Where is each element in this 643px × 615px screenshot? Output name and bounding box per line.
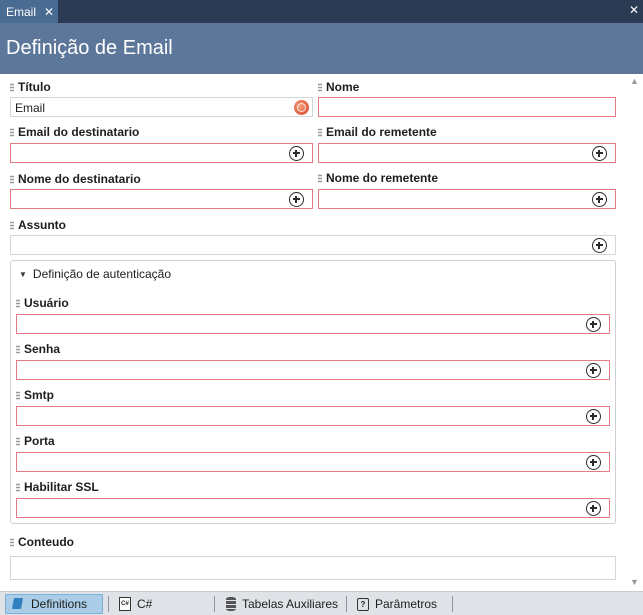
bottom-tab-bar: Definitions C# C# Tabelas Auxiliares ? P… <box>0 591 643 615</box>
usuario-label: Usuário <box>16 296 69 310</box>
page-title: Definição de Email <box>6 37 173 59</box>
tab-email[interactable]: Email ✕ <box>0 0 58 23</box>
definitions-icon <box>12 597 25 611</box>
add-expression-icon[interactable] <box>586 501 601 516</box>
titulo-field[interactable]: Email <box>10 97 313 117</box>
window-close-icon[interactable]: ✕ <box>629 3 639 17</box>
add-expression-icon[interactable] <box>586 317 601 332</box>
titulo-value: Email <box>15 101 46 115</box>
parameters-icon: ? <box>357 597 369 611</box>
scroll-up-icon[interactable]: ▲ <box>630 76 639 86</box>
porta-field[interactable] <box>16 452 610 472</box>
nome-destinatario-field[interactable] <box>10 189 313 209</box>
smtp-field[interactable] <box>16 406 610 426</box>
habilitar-ssl-field[interactable] <box>16 498 610 518</box>
drag-grip-icon[interactable] <box>16 344 20 354</box>
drag-grip-icon[interactable] <box>10 174 14 184</box>
drag-grip-icon[interactable] <box>318 173 322 183</box>
add-expression-icon[interactable] <box>592 238 607 253</box>
auth-group: ▼ Definição de autenticação Usuário Senh… <box>10 260 616 524</box>
tab-parametros[interactable]: ? Parâmetros <box>351 594 443 614</box>
collapse-triangle-icon[interactable]: ▼ <box>19 270 27 279</box>
drag-grip-icon[interactable] <box>16 390 20 400</box>
drag-grip-icon[interactable] <box>16 436 20 446</box>
form-area: Título Email Nome Email do destinatario … <box>0 74 643 591</box>
assunto-field[interactable] <box>10 235 616 255</box>
tab-csharp[interactable]: C# C# <box>113 594 158 614</box>
drag-grip-icon[interactable] <box>10 537 14 547</box>
auth-group-header[interactable]: ▼ Definição de autenticação <box>19 267 171 281</box>
document-tab-strip: Email ✕ ✕ <box>0 0 643 23</box>
add-expression-icon[interactable] <box>592 192 607 207</box>
conteudo-field[interactable] <box>10 556 616 580</box>
email-remetente-label: Email do remetente <box>318 125 437 139</box>
add-expression-icon[interactable] <box>289 146 304 161</box>
senha-field[interactable] <box>16 360 610 380</box>
add-expression-icon[interactable] <box>592 146 607 161</box>
smtp-label: Smtp <box>16 388 54 402</box>
tab-label: Email <box>6 4 37 19</box>
email-destinatario-label: Email do destinatario <box>10 125 139 139</box>
database-icon <box>226 597 236 611</box>
add-expression-icon[interactable] <box>586 363 601 378</box>
drag-grip-icon[interactable] <box>10 82 14 92</box>
vertical-scrollbar[interactable]: ▲ ▼ <box>627 74 643 591</box>
tab-separator <box>108 596 109 612</box>
drag-grip-icon[interactable] <box>16 482 20 492</box>
add-expression-icon[interactable] <box>586 455 601 470</box>
nome-label: Nome <box>318 80 359 94</box>
drag-grip-icon[interactable] <box>10 220 14 230</box>
page-header: Definição de Email <box>0 23 643 74</box>
auth-group-title: Definição de autenticação <box>32 267 172 281</box>
nome-remetente-label: Nome do remetente <box>318 171 438 185</box>
usuario-field[interactable] <box>16 314 610 334</box>
drag-grip-icon[interactable] <box>16 298 20 308</box>
tab-definitions[interactable]: Definitions <box>5 594 103 614</box>
drag-grip-icon[interactable] <box>10 127 14 137</box>
globe-translate-icon[interactable] <box>294 100 309 115</box>
senha-label: Senha <box>16 342 60 356</box>
habilitar-ssl-label: Habilitar SSL <box>16 480 99 494</box>
assunto-label: Assunto <box>10 218 66 232</box>
porta-label: Porta <box>16 434 55 448</box>
tab-tabelas-auxiliares[interactable]: Tabelas Auxiliares <box>220 594 344 614</box>
tab-separator <box>452 596 453 612</box>
titulo-label: Título <box>10 80 51 94</box>
scroll-down-icon[interactable]: ▼ <box>630 577 639 587</box>
email-remetente-field[interactable] <box>318 143 616 163</box>
drag-grip-icon[interactable] <box>318 82 322 92</box>
email-destinatario-field[interactable] <box>10 143 313 163</box>
conteudo-label: Conteudo <box>10 535 74 549</box>
add-expression-icon[interactable] <box>586 409 601 424</box>
tab-separator <box>214 596 215 612</box>
nome-field[interactable] <box>318 97 616 117</box>
nome-destinatario-label: Nome do destinatario <box>10 172 141 186</box>
drag-grip-icon[interactable] <box>318 127 322 137</box>
add-expression-icon[interactable] <box>289 192 304 207</box>
nome-remetente-field[interactable] <box>318 189 616 209</box>
csharp-file-icon: C# <box>119 597 131 611</box>
tab-separator <box>346 596 347 612</box>
tab-close-icon[interactable]: ✕ <box>44 5 54 19</box>
